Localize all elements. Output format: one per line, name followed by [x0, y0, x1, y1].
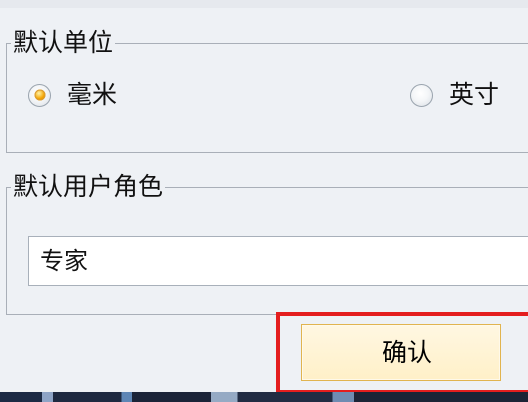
radio-unselected-icon[interactable]: [410, 83, 433, 107]
default-unit-title: 默认单位: [11, 26, 116, 60]
default-user-role-field[interactable]: 专家: [28, 236, 528, 286]
millimeter-label: 毫米: [67, 80, 118, 109]
inch-radio[interactable]: 英寸: [410, 80, 499, 110]
radio-selected-icon[interactable]: [28, 83, 51, 107]
millimeter-radio[interactable]: 毫米: [28, 80, 117, 110]
confirm-button[interactable]: 确认: [301, 324, 501, 381]
default-user-role-title: 默认用户角色: [11, 170, 166, 204]
inch-label: 英寸: [449, 80, 500, 109]
background-image-strip: [0, 392, 528, 402]
partial-title-strip: [0, 0, 528, 8]
